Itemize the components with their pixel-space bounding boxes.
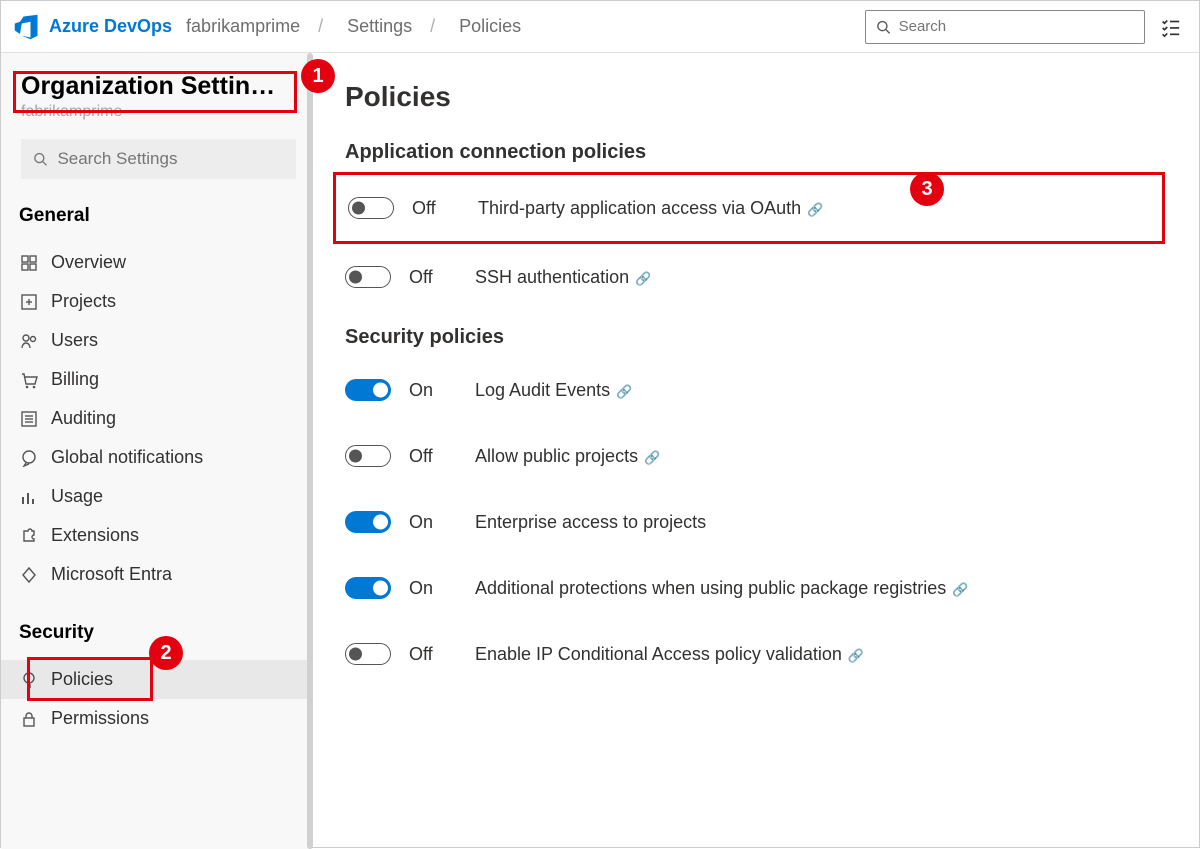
policy-label: Allow public projects🔗 — [475, 446, 660, 467]
plus-box-icon — [20, 293, 38, 311]
sidebar-item-global-notifications[interactable]: Global notifications — [1, 438, 310, 477]
search-icon — [876, 19, 891, 35]
link-icon[interactable]: 🔗 — [952, 582, 968, 597]
top-bar: Azure DevOps fabrikamprime / Settings / … — [1, 1, 1199, 53]
policy-row: On Log Audit Events🔗 — [345, 357, 1165, 423]
sidebar-item-label: Auditing — [51, 408, 116, 429]
sidebar-item-label: Projects — [51, 291, 116, 312]
breadcrumb-sep: / — [430, 16, 435, 37]
main-content: Policies Application connection policies… — [311, 53, 1199, 849]
policy-toggle[interactable] — [348, 197, 394, 219]
sidebar-search-input[interactable] — [57, 149, 284, 169]
puzzle-icon — [20, 527, 38, 545]
page-title: Policies — [345, 81, 1165, 113]
policy-label: Enterprise access to projects — [475, 512, 706, 533]
sidebar-item-label: Billing — [51, 369, 99, 390]
brand-block[interactable]: Azure DevOps — [13, 13, 172, 41]
policy-row: Off Allow public projects🔗 — [345, 423, 1165, 489]
sidebar-item-microsoft-entra[interactable]: Microsoft Entra — [1, 555, 310, 594]
link-icon[interactable]: 🔗 — [644, 450, 660, 465]
sidebar-item-label: Permissions — [51, 708, 149, 729]
policy-state: Off — [409, 644, 457, 665]
policy-row: On Additional protections when using pub… — [345, 555, 1165, 621]
sidebar-resize-handle[interactable] — [304, 53, 316, 849]
sidebar-item-overview[interactable]: Overview — [1, 243, 310, 282]
sidebar-group-general: General — [19, 205, 310, 227]
policy-state: Off — [412, 198, 460, 219]
policy-row: Off Third-party application access via O… — [333, 172, 1165, 244]
sidebar-item-label: Policies — [51, 669, 113, 690]
people-icon — [20, 332, 38, 350]
breadcrumb-settings[interactable]: Settings — [347, 16, 412, 37]
sidebar-item-extensions[interactable]: Extensions — [1, 516, 310, 555]
sidebar-item-policies[interactable]: Policies2 — [1, 660, 310, 699]
sidebar-item-label: Overview — [51, 252, 126, 273]
sidebar: Organization Settin… fabrikamprime Gener… — [1, 53, 311, 849]
policy-label: Log Audit Events🔗 — [475, 380, 632, 401]
policy-toggle[interactable] — [345, 379, 391, 401]
policy-state: Off — [409, 267, 457, 288]
sidebar-item-users[interactable]: Users — [1, 321, 310, 360]
link-icon[interactable]: 🔗 — [616, 384, 632, 399]
section-heading: Security policies — [345, 326, 1165, 349]
policy-state: Off — [409, 446, 457, 467]
policy-state: On — [409, 380, 457, 401]
task-list-icon — [1159, 16, 1181, 38]
section-heading: Application connection policies — [345, 141, 1165, 164]
azure-devops-logo-icon — [13, 13, 41, 41]
global-search-input[interactable] — [899, 18, 1134, 35]
sidebar-item-billing[interactable]: Billing — [1, 360, 310, 399]
breadcrumb-policies[interactable]: Policies — [459, 16, 521, 37]
link-icon[interactable]: 🔗 — [635, 271, 651, 286]
org-subtitle: fabrikamprime — [21, 103, 296, 121]
breadcrumb-sep: / — [318, 16, 323, 37]
list-icon — [20, 410, 38, 428]
policy-row: Off SSH authentication🔗 — [345, 244, 1165, 310]
global-search[interactable] — [865, 10, 1145, 44]
sidebar-item-auditing[interactable]: Auditing — [1, 399, 310, 438]
breadcrumb-org[interactable]: fabrikamprime — [186, 16, 300, 37]
policy-label: SSH authentication🔗 — [475, 267, 651, 288]
brand-label: Azure DevOps — [49, 16, 172, 37]
policy-toggle[interactable] — [345, 445, 391, 467]
bars-icon — [20, 488, 38, 506]
sidebar-group-security: Security — [19, 622, 310, 644]
policy-state: On — [409, 578, 457, 599]
policy-state: On — [409, 512, 457, 533]
grid-icon — [20, 254, 38, 272]
policy-row: Off Enable IP Conditional Access policy … — [345, 621, 1165, 687]
sidebar-item-label: Global notifications — [51, 447, 203, 468]
chat-icon — [20, 449, 38, 467]
policy-toggle[interactable] — [345, 643, 391, 665]
sidebar-item-label: Usage — [51, 486, 103, 507]
task-list-button[interactable] — [1153, 10, 1187, 44]
diamond-icon — [20, 566, 38, 584]
policy-label: Additional protections when using public… — [475, 578, 968, 599]
org-settings-title: Organization Settin… — [21, 71, 296, 101]
sidebar-item-permissions[interactable]: Permissions — [1, 699, 310, 738]
policy-toggle[interactable] — [345, 266, 391, 288]
policy-row: On Enterprise access to projects — [345, 489, 1165, 555]
policy-toggle[interactable] — [345, 577, 391, 599]
link-icon[interactable]: 🔗 — [848, 648, 864, 663]
lock-icon — [20, 710, 38, 728]
sidebar-item-label: Users — [51, 330, 98, 351]
cart-icon — [20, 371, 38, 389]
sidebar-item-label: Microsoft Entra — [51, 564, 172, 585]
policy-label: Third-party application access via OAuth… — [478, 198, 823, 219]
link-icon[interactable]: 🔗 — [807, 202, 823, 217]
sidebar-item-projects[interactable]: Projects — [1, 282, 310, 321]
sidebar-search[interactable] — [21, 139, 296, 179]
sidebar-item-label: Extensions — [51, 525, 139, 546]
policy-label: Enable IP Conditional Access policy vali… — [475, 644, 864, 665]
search-icon — [33, 151, 47, 167]
sidebar-item-usage[interactable]: Usage — [1, 477, 310, 516]
policy-toggle[interactable] — [345, 511, 391, 533]
bulb-icon — [20, 671, 38, 689]
